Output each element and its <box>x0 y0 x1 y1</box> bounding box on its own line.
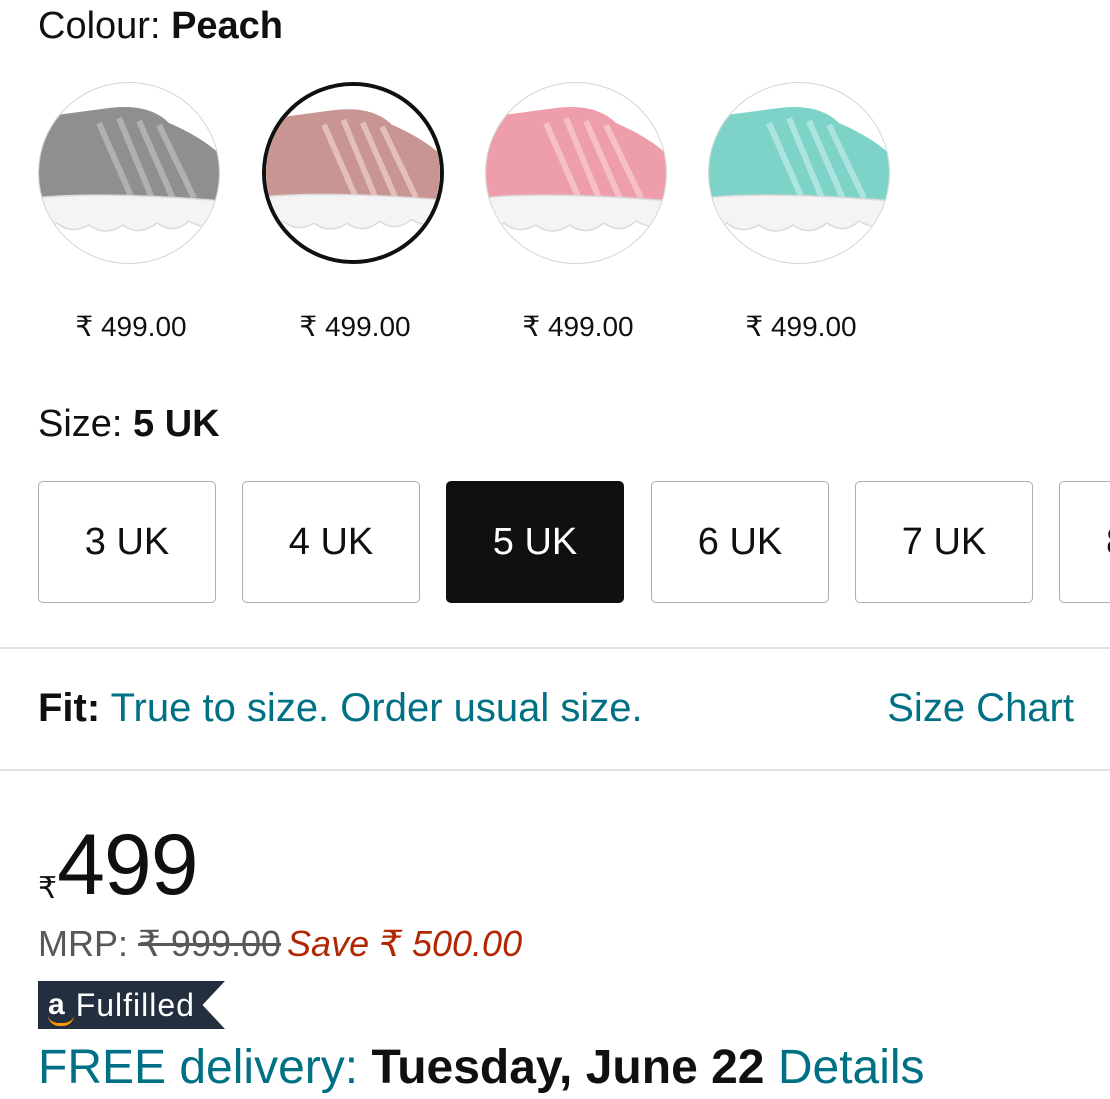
colour-swatch-mint[interactable]: ₹ 499.00 <box>708 82 894 343</box>
divider <box>0 647 1110 649</box>
shoe-image <box>709 83 889 263</box>
amazon-logo-icon: a <box>48 988 74 1026</box>
swatch-price: ₹ 499.00 <box>522 311 634 342</box>
shoe-image[interactable] <box>262 82 444 264</box>
price-amount: 499 <box>57 817 198 913</box>
shoe-image[interactable] <box>38 82 220 264</box>
fulfilled-label: Fulfilled <box>75 986 195 1023</box>
price: ₹ 499 <box>38 817 199 913</box>
swatch-price: ₹ 499.00 <box>745 311 857 342</box>
swatch-price: ₹ 499.00 <box>75 311 187 342</box>
size-label: Size: <box>38 403 134 445</box>
fit-recommendation-link[interactable]: True to size. Order usual size. <box>111 686 643 730</box>
size-option-6-uk[interactable]: 6 UK <box>651 481 829 603</box>
fit-label: Fit: <box>38 686 101 730</box>
size-option-3-uk[interactable]: 3 UK <box>38 481 216 603</box>
colour-swatch-peach[interactable]: ₹ 499.00 <box>262 82 448 343</box>
size-value: 5 UK <box>133 403 220 445</box>
delivery-date: Tuesday, June 22 <box>371 1041 765 1094</box>
size-options: 3 UK4 UK5 UK6 UK7 UK8 <box>38 481 1110 605</box>
size-option-4-uk[interactable]: 4 UK <box>242 481 420 603</box>
colour-swatch-pink[interactable]: ₹ 499.00 <box>485 82 671 343</box>
shoe-image[interactable] <box>485 82 667 264</box>
colour-swatch-grey[interactable]: ₹ 499.00 <box>38 82 224 343</box>
free-delivery-label: FREE delivery: <box>38 1041 359 1094</box>
mrp-row: MRP: ₹ 999.00 Save ₹ 500.00 <box>38 922 522 966</box>
divider <box>0 769 1110 771</box>
size-option-7-uk[interactable]: 7 UK <box>855 481 1033 603</box>
size-option-8[interactable]: 8 <box>1059 481 1110 603</box>
colour-swatches: ₹ 499.00 ₹ 499.00 ₹ 499.00 ₹ 499.00 <box>38 82 1110 342</box>
product-options-page: Colour: Peach ₹ 499.00 ₹ 499.00 ₹ 499.00 ₹ … <box>0 0 1110 1099</box>
currency-symbol: ₹ <box>38 872 58 905</box>
size-option-5-uk[interactable]: 5 UK <box>446 481 624 603</box>
shoe-image <box>486 83 666 263</box>
shoe-image <box>39 83 219 263</box>
size-heading: Size: 5 UK <box>38 400 220 448</box>
shoe-image[interactable] <box>708 82 890 264</box>
fulfilled-badge: a Fulfilled <box>38 980 225 1030</box>
shoe-image <box>266 86 440 260</box>
colour-label: Colour: <box>38 5 172 47</box>
swatch-price: ₹ 499.00 <box>299 311 411 342</box>
colour-heading: Colour: Peach <box>38 2 283 50</box>
savings-text: Save ₹ 500.00 <box>287 923 523 964</box>
delivery-details-link[interactable]: Details <box>778 1041 925 1094</box>
delivery-info: FREE delivery: Tuesday, June 22 Details <box>38 1040 925 1096</box>
colour-value: Peach <box>171 5 284 47</box>
mrp-original-price: ₹ 999.00 <box>138 923 282 964</box>
mrp-label: MRP: <box>38 923 139 964</box>
size-chart-link[interactable]: Size Chart <box>887 682 1074 734</box>
